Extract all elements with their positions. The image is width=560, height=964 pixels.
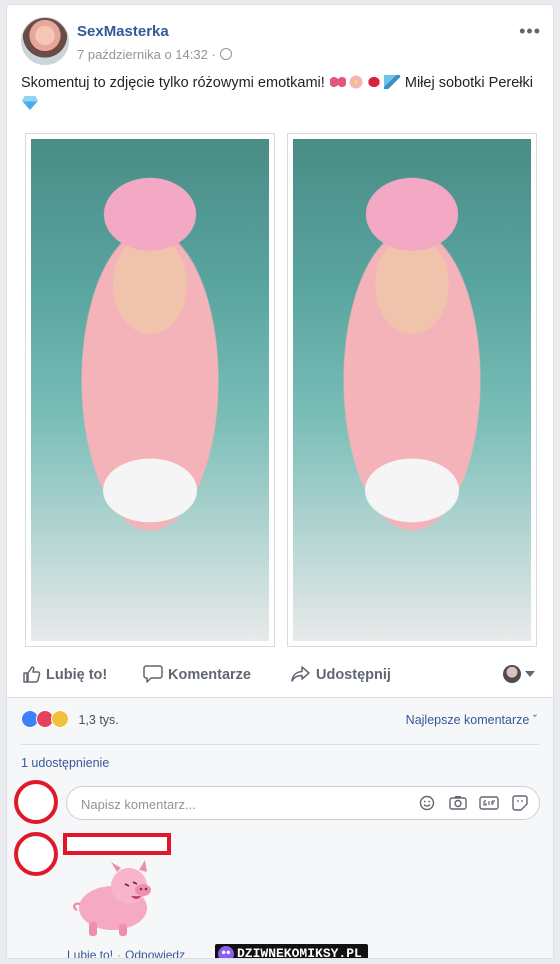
comment-sort-dropdown[interactable]: Najlepsze komentarze ˇ [406, 710, 537, 730]
post-meta: 7 października o 14:32 · [77, 47, 232, 62]
action-bar: Lubię to! Komentarze Udostępnij [21, 657, 541, 693]
post-text: Skomentuj to zdjęcie tylko różowymi emot… [21, 73, 541, 115]
ribbon-icon [329, 75, 346, 89]
share-label: Udostępnij [316, 667, 391, 683]
comment-label: Komentarze [168, 667, 251, 683]
gif-icon[interactable] [479, 795, 499, 811]
post-text-greeting: Miłej sobotki Perełki [404, 75, 534, 91]
watermark: DZIWNEKOMIKSY.PL [215, 944, 368, 959]
like-label: Lubię to! [46, 667, 108, 683]
author-name[interactable]: SexMasterka [77, 23, 169, 40]
sticker-icon[interactable] [511, 795, 529, 811]
gem-icon [22, 96, 38, 110]
reply-actions: Lubię to! · Odpowiedz [67, 948, 185, 959]
redacted-avatar-annotation [14, 832, 58, 876]
comment-input[interactable] [79, 793, 383, 815]
thumbs-up-icon [23, 661, 41, 697]
photo-left[interactable] [25, 133, 275, 647]
like-button[interactable]: Lubię to! [23, 657, 107, 693]
globe-icon [219, 48, 232, 60]
separator-dot: · [117, 948, 122, 959]
reply-like-link[interactable]: Lubię to! [67, 948, 113, 958]
share-button[interactable]: Udostępnij [291, 657, 391, 693]
author-avatar[interactable] [21, 17, 69, 65]
share-arrow-icon [291, 661, 311, 697]
post-timestamp[interactable]: 7 października o 14:32 [77, 47, 208, 62]
redacted-avatar-annotation [14, 780, 58, 824]
watermark-text: DZIWNEKOMIKSY.PL [237, 946, 362, 959]
redacted-name-annotation [63, 833, 171, 855]
comment-button[interactable]: Komentarze [143, 657, 251, 693]
shares-count[interactable]: 1 udostępnienie [21, 756, 109, 770]
emoji-icon[interactable] [419, 795, 437, 811]
post-text-main: Skomentuj to zdjęcie tylko różowymi emot… [21, 75, 325, 91]
post-as-selector[interactable] [503, 665, 535, 683]
photo-right[interactable] [287, 133, 537, 647]
comment-sort-label: Najlepsze komentarze [405, 713, 530, 727]
cherry-blossom-icon [347, 75, 364, 89]
watermark-logo-icon [218, 946, 234, 958]
divider [21, 744, 539, 745]
comment-composer [66, 786, 540, 820]
photo-image [293, 139, 531, 641]
reaction-count: 1,3 tys. [78, 713, 119, 727]
sort-caret-icon: ˇ [532, 713, 537, 727]
mermaid-tail-icon [383, 75, 400, 89]
post-options-button[interactable]: ••• [519, 21, 541, 42]
profile-thumbnail [503, 665, 521, 683]
caret-down-icon [525, 671, 535, 677]
reaction-summary[interactable]: 1,3 tys. [21, 710, 119, 730]
pig-sticker[interactable] [67, 858, 163, 940]
speech-bubble-icon [143, 661, 163, 697]
sad-icon [51, 710, 69, 728]
photo-grid [25, 133, 537, 648]
post-footer: 1,3 tys. Najlepsze komentarze ˇ 1 udostę… [7, 697, 553, 959]
post-header: SexMasterka 7 października o 14:32 · ••• [21, 17, 543, 69]
post-card: SexMasterka 7 października o 14:32 · •••… [6, 4, 554, 959]
reply-link[interactable]: Odpowiedz [125, 948, 185, 958]
lips-icon [365, 75, 382, 89]
camera-icon[interactable] [449, 795, 467, 811]
photo-image [31, 139, 269, 641]
